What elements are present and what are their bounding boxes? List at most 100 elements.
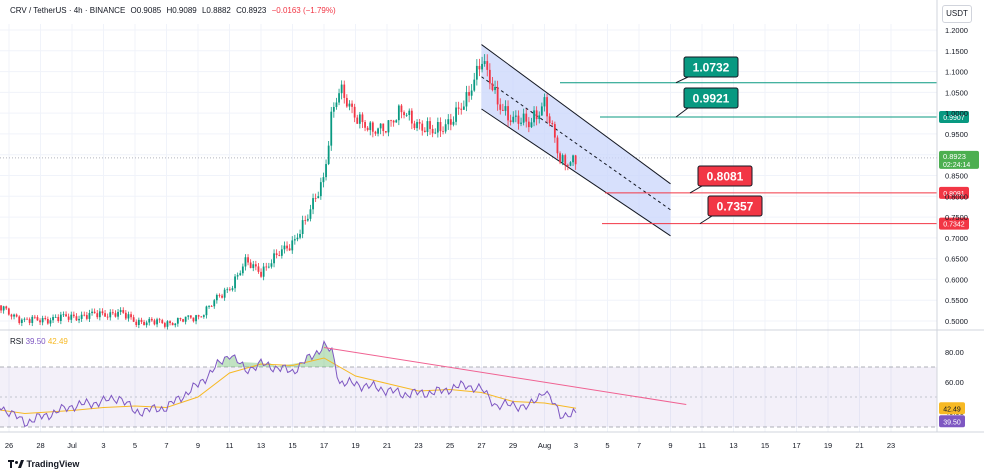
time-tick-label[interactable]: 13 <box>257 441 265 450</box>
time-tick-label[interactable]: 28 <box>36 441 44 450</box>
candle-body <box>291 240 294 251</box>
candle-body <box>59 314 62 321</box>
candle-body <box>33 316 36 318</box>
candle-body <box>202 315 205 317</box>
time-tick-label[interactable]: 3 <box>101 441 105 450</box>
candle-body <box>101 311 104 314</box>
time-tick-label[interactable]: 19 <box>824 441 832 450</box>
candle-body <box>520 122 522 124</box>
candle-body <box>26 318 28 320</box>
candle-body <box>267 266 270 268</box>
time-tick-label[interactable]: 5 <box>605 441 609 450</box>
candle-body <box>569 162 572 166</box>
candle-body <box>340 84 343 94</box>
candle-body <box>327 145 330 165</box>
candle-body <box>413 123 416 129</box>
candle-body <box>382 123 385 132</box>
rsi-label[interactable]: RSI <box>10 337 23 346</box>
time-tick-label[interactable]: 29 <box>509 441 517 450</box>
candle-body <box>234 276 236 289</box>
time-tick-label[interactable]: 5 <box>133 441 137 450</box>
time-tick-label[interactable]: 7 <box>164 441 168 450</box>
candle-body <box>213 300 216 307</box>
time-tick-label[interactable]: 15 <box>288 441 296 450</box>
candle-body <box>145 322 148 326</box>
time-tick-label[interactable]: 3 <box>574 441 578 450</box>
candle-body <box>306 218 309 221</box>
time-tick-label[interactable]: 15 <box>761 441 769 450</box>
candle-body <box>494 86 496 91</box>
candle-body <box>455 107 457 122</box>
candle-body <box>260 271 262 277</box>
candle-body <box>400 105 403 113</box>
time-tick-label[interactable]: 17 <box>792 441 800 450</box>
candle-body <box>5 306 8 309</box>
candle-body <box>208 306 210 308</box>
candle-body <box>322 177 325 183</box>
time-tick-label[interactable]: 19 <box>351 441 359 450</box>
candle-body <box>475 65 478 80</box>
candle-body <box>166 321 169 327</box>
candle-body <box>44 318 47 319</box>
candle-body <box>478 65 481 70</box>
candle-body <box>535 110 538 120</box>
candle-body <box>522 113 525 123</box>
candle-body <box>293 239 296 241</box>
candle-body <box>551 123 554 125</box>
candle-body <box>226 289 229 291</box>
candle-body <box>465 92 468 107</box>
candle-body <box>390 120 392 122</box>
candle-body <box>517 115 520 124</box>
candle-body <box>325 164 327 178</box>
time-tick-label[interactable]: 9 <box>196 441 200 450</box>
candle-body <box>150 318 153 321</box>
candle-body <box>132 317 135 322</box>
time-tick-label[interactable]: 23 <box>414 441 422 450</box>
candle-body <box>504 106 507 111</box>
candle-body <box>109 312 112 318</box>
time-tick-label[interactable]: 11 <box>698 441 706 450</box>
time-tick-label[interactable]: Jul <box>67 441 77 450</box>
time-tick-label[interactable]: 7 <box>637 441 641 450</box>
candle-body <box>247 257 249 263</box>
candle-body <box>491 83 494 91</box>
currency-button[interactable]: USDT <box>942 5 972 23</box>
candle-body <box>514 115 517 117</box>
candle-body <box>265 266 268 268</box>
candle-body <box>343 84 346 98</box>
time-tick-label[interactable]: 27 <box>477 441 485 450</box>
candle-body <box>98 311 101 318</box>
candle-body <box>439 122 442 132</box>
time-tick-label[interactable]: 25 <box>446 441 454 450</box>
candle-body <box>527 121 530 128</box>
symbol-label[interactable]: CRV / TetherUS · 4h · BINANCE <box>10 6 125 15</box>
candle-body <box>309 209 312 219</box>
candle-body <box>507 106 509 121</box>
candle-body <box>447 119 450 125</box>
price-tick-label: 0.5000 <box>945 317 968 326</box>
candle-body <box>249 262 252 269</box>
time-tick-label[interactable]: 21 <box>383 441 391 450</box>
time-tick-label[interactable]: Aug <box>538 441 551 450</box>
candle-body <box>244 257 247 267</box>
time-tick-label[interactable]: 23 <box>887 441 895 450</box>
candle-body <box>366 127 369 131</box>
candle-body <box>304 220 307 221</box>
candle-body <box>231 288 234 290</box>
candle-body <box>387 120 390 133</box>
level-callout-label: 0.7357 <box>717 200 754 214</box>
time-tick-label[interactable]: 13 <box>729 441 737 450</box>
candle-body <box>525 113 528 122</box>
candle-body <box>52 317 54 321</box>
candle-body <box>301 220 304 234</box>
time-tick-label[interactable]: 21 <box>855 441 863 450</box>
time-tick-label[interactable]: 17 <box>320 441 328 450</box>
candle-body <box>371 122 374 132</box>
candle-body <box>39 320 41 323</box>
candle-body <box>135 321 138 326</box>
time-tick-label[interactable]: 26 <box>5 441 13 450</box>
tradingview-logo[interactable]: TradingView <box>8 459 79 469</box>
time-tick-label[interactable]: 9 <box>668 441 672 450</box>
time-tick-label[interactable]: 11 <box>226 441 234 450</box>
price-chart[interactable]: 1.07320.99210.99070.80810.80810.73570.73… <box>0 0 984 474</box>
